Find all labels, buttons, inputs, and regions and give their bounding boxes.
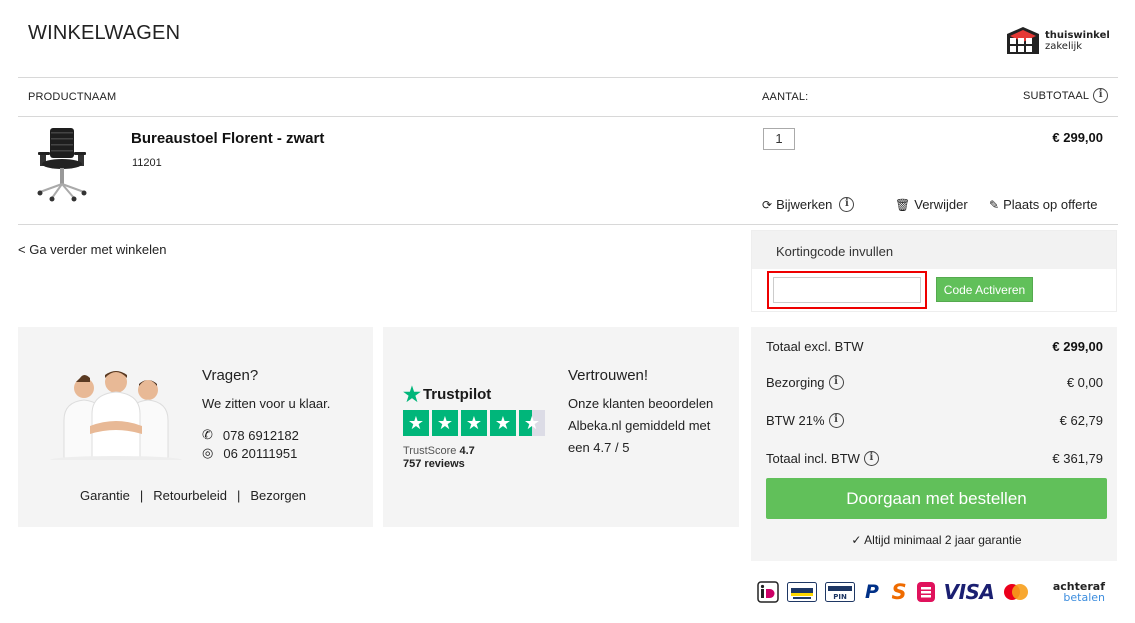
trustscore-value: 4.7 [459, 445, 475, 457]
guarantee-note: ✓ Altijd minimaal 2 jaar garantie [851, 533, 1022, 547]
edit-icon: ✎ [989, 197, 1000, 212]
logo-line1: thuiswinkel [1045, 30, 1110, 41]
team-photo [50, 371, 182, 460]
star-icon: ★ [461, 410, 487, 436]
total-incl-label-wrap: Totaal incl. BTW i [766, 451, 879, 466]
checkout-button[interactable]: Doorgaan met bestellen [766, 478, 1107, 519]
trustpilot-brand: Trustpilot [422, 386, 492, 403]
refresh-icon: ⟳ [762, 197, 773, 212]
contact-subtitle: We zitten voor u klaar. [202, 396, 331, 411]
total-excl-label: Totaal excl. BTW [766, 339, 864, 354]
vat-label-wrap: BTW 21% i [766, 413, 844, 428]
update-label: Bijwerken [776, 197, 833, 212]
quantity-input[interactable]: 1 [763, 128, 795, 150]
info-icon[interactable]: i [828, 375, 844, 390]
half-star-icon: ★ [519, 410, 545, 436]
quote-label: Plaats op offerte [1003, 197, 1098, 212]
divider [18, 116, 1118, 117]
total-incl-row: Totaal incl. BTW i € 361,79 [766, 451, 1103, 466]
vat-label: BTW 21% [766, 413, 825, 428]
thuiswinkel-logo[interactable]: thuiswinkel zakelijk [1006, 24, 1118, 58]
add-to-quote-button[interactable]: ✎ Plaats op offerte [989, 197, 1098, 212]
remove-label: Verwijder [914, 197, 968, 212]
logo-text: thuiswinkel zakelijk [1045, 30, 1110, 52]
whatsapp-icon: ◎ [202, 445, 214, 460]
mastercard-icon [1003, 580, 1029, 604]
trustscore-label: TrustScore [403, 445, 457, 457]
pin-icon: PIN [825, 580, 855, 604]
visa-icon: VISA [943, 580, 995, 604]
product-name[interactable]: Bureaustoel Florent - zwart [131, 130, 324, 147]
contact-title: Vragen? [202, 367, 259, 384]
column-header-qty: AANTAL: [762, 91, 809, 103]
logo-line2: zakelijk [1045, 41, 1083, 52]
totals-panel [751, 327, 1117, 561]
trustpilot-score: TrustScore 4.7 757 reviews [403, 445, 475, 471]
klarna-icon [917, 580, 935, 604]
info-icon[interactable]: i [1093, 88, 1109, 103]
review-count: 757 reviews [403, 458, 465, 470]
link-separator: | [139, 488, 144, 503]
column-header-subtotal: SUBTOTAAL i [1023, 88, 1109, 103]
product-image[interactable] [32, 126, 92, 202]
total-excl-row: Totaal excl. BTW € 299,00 [766, 339, 1103, 354]
shipping-label-wrap: Bezorging i [766, 375, 844, 390]
trust-text: Onze klanten beoordelen Albeka.nl gemidd… [568, 396, 714, 455]
shipping-value: € 0,00 [1066, 375, 1103, 390]
trustpilot-star-icon: ★ [403, 384, 421, 406]
vat-row: BTW 21% i € 62,79 [766, 413, 1103, 428]
paypal-icon: P [865, 581, 879, 603]
trustpilot-stars: ★ ★ ★ ★ ★ [403, 410, 545, 436]
phone-link[interactable]: ✆ 078 6912182 [202, 427, 299, 443]
delivery-link[interactable]: Bezorgen [250, 488, 306, 503]
svg-text:PIN: PIN [833, 593, 847, 601]
achteraf-line2: betalen [1063, 591, 1105, 604]
whatsapp-number[interactable]: 06 20111951 [223, 446, 297, 461]
sofort-icon: S [891, 580, 907, 604]
phone-icon: ✆ [202, 427, 213, 442]
star-icon: ★ [403, 410, 429, 436]
divider [18, 77, 1118, 78]
divider [18, 224, 1118, 225]
phone-number[interactable]: 078 6912182 [223, 428, 299, 443]
whatsapp-link[interactable]: ◎ 06 20111951 [202, 445, 297, 461]
vat-value: € 62,79 [1059, 413, 1103, 428]
total-excl-value: € 299,00 [1052, 339, 1103, 354]
info-icon[interactable]: i [828, 413, 844, 428]
update-button[interactable]: ⟳ Bijwerken i [762, 197, 855, 212]
link-separator: | [236, 488, 241, 503]
coupon-heading: Kortingcode invullen [752, 231, 1116, 269]
return-policy-link[interactable]: Retourbeleid [153, 488, 227, 503]
remove-button[interactable]: 🗑 Verwijder [895, 197, 968, 212]
subtotal-header-label: SUBTOTAAL [1023, 89, 1090, 102]
trust-title: Vertrouwen! [568, 367, 649, 384]
shipping-label: Bezorging [766, 375, 825, 390]
continue-shopping-link[interactable]: < Ga verder met winkelen [18, 242, 166, 257]
total-incl-value: € 361,79 [1052, 451, 1103, 466]
product-sku: 11201 [132, 157, 162, 169]
trash-icon: 🗑 [895, 197, 911, 212]
trustpilot-logo[interactable]: ★ Trustpilot [403, 382, 491, 407]
payment-methods: PIN P S VISA achteraf betalen [757, 580, 1105, 604]
coupon-code-input[interactable] [767, 271, 927, 309]
shipping-row: Bezorging i € 0,00 [766, 375, 1103, 390]
info-icon[interactable]: i [839, 197, 855, 212]
star-icon: ★ [432, 410, 458, 436]
bancontact-icon [787, 580, 817, 604]
activate-code-button[interactable]: Code Activeren [936, 277, 1033, 302]
page-title: WINKELWAGEN [28, 22, 181, 44]
guarantee-link[interactable]: Garantie [80, 488, 130, 503]
achteraf-betalen-icon: achteraf betalen [1037, 580, 1105, 604]
column-header-product: PRODUCTNAAM [28, 91, 117, 103]
ideal-icon [757, 580, 779, 604]
service-links: Garantie | Retourbeleid | Bezorgen [80, 488, 306, 503]
coupon-code-field[interactable] [773, 277, 921, 303]
product-subtotal: € 299,00 [1052, 130, 1103, 145]
thuiswinkel-logo-icon [1007, 27, 1039, 54]
star-icon: ★ [490, 410, 516, 436]
info-icon[interactable]: i [863, 451, 879, 466]
total-incl-label: Totaal incl. BTW [766, 451, 860, 466]
